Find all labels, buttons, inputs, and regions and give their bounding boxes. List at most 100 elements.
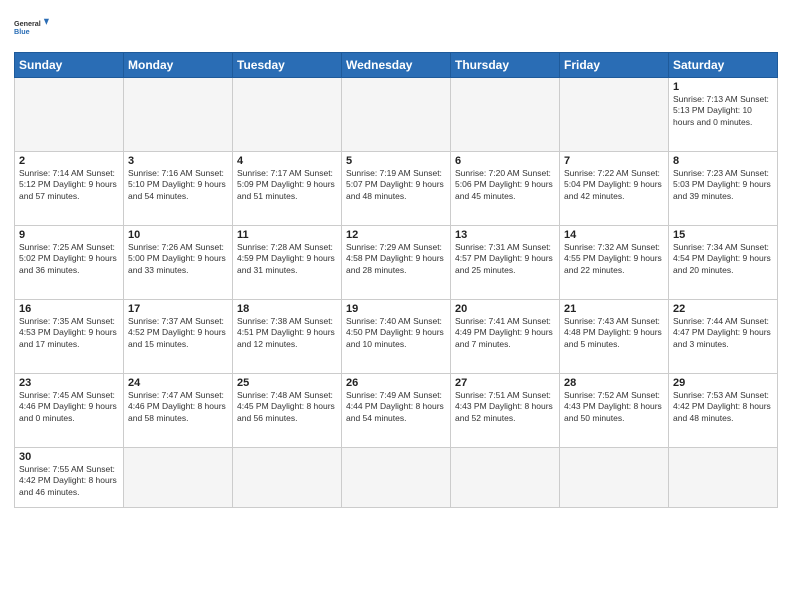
day-cell: [451, 448, 560, 508]
day-cell: 3Sunrise: 7:16 AM Sunset: 5:10 PM Daylig…: [124, 152, 233, 226]
day-cell: 23Sunrise: 7:45 AM Sunset: 4:46 PM Dayli…: [15, 374, 124, 448]
day-number: 20: [455, 303, 555, 315]
day-cell: [124, 78, 233, 152]
day-info: Sunrise: 7:14 AM Sunset: 5:12 PM Dayligh…: [19, 168, 119, 202]
day-info: Sunrise: 7:52 AM Sunset: 4:43 PM Dayligh…: [564, 390, 664, 424]
header-cell-friday: Friday: [560, 53, 669, 78]
day-info: Sunrise: 7:53 AM Sunset: 4:42 PM Dayligh…: [673, 390, 773, 424]
day-number: 6: [455, 155, 555, 167]
day-cell: 13Sunrise: 7:31 AM Sunset: 4:57 PM Dayli…: [451, 226, 560, 300]
day-number: 13: [455, 229, 555, 241]
day-info: Sunrise: 7:51 AM Sunset: 4:43 PM Dayligh…: [455, 390, 555, 424]
day-info: Sunrise: 7:43 AM Sunset: 4:48 PM Dayligh…: [564, 316, 664, 350]
day-cell: [560, 78, 669, 152]
day-info: Sunrise: 7:13 AM Sunset: 5:13 PM Dayligh…: [673, 94, 773, 128]
day-cell: 14Sunrise: 7:32 AM Sunset: 4:55 PM Dayli…: [560, 226, 669, 300]
day-number: 10: [128, 229, 228, 241]
calendar-body: 1Sunrise: 7:13 AM Sunset: 5:13 PM Daylig…: [15, 78, 778, 508]
day-cell: 24Sunrise: 7:47 AM Sunset: 4:46 PM Dayli…: [124, 374, 233, 448]
day-info: Sunrise: 7:41 AM Sunset: 4:49 PM Dayligh…: [455, 316, 555, 350]
day-cell: [560, 448, 669, 508]
day-info: Sunrise: 7:26 AM Sunset: 5:00 PM Dayligh…: [128, 242, 228, 276]
calendar-header: SundayMondayTuesdayWednesdayThursdayFrid…: [15, 53, 778, 78]
day-number: 28: [564, 377, 664, 389]
day-number: 9: [19, 229, 119, 241]
day-number: 26: [346, 377, 446, 389]
day-info: Sunrise: 7:49 AM Sunset: 4:44 PM Dayligh…: [346, 390, 446, 424]
day-info: Sunrise: 7:47 AM Sunset: 4:46 PM Dayligh…: [128, 390, 228, 424]
day-number: 7: [564, 155, 664, 167]
day-number: 14: [564, 229, 664, 241]
day-number: 2: [19, 155, 119, 167]
header-cell-tuesday: Tuesday: [233, 53, 342, 78]
week-row-4: 23Sunrise: 7:45 AM Sunset: 4:46 PM Dayli…: [15, 374, 778, 448]
day-cell: 2Sunrise: 7:14 AM Sunset: 5:12 PM Daylig…: [15, 152, 124, 226]
day-cell: 26Sunrise: 7:49 AM Sunset: 4:44 PM Dayli…: [342, 374, 451, 448]
logo: GeneralBlue: [14, 10, 50, 46]
week-row-0: 1Sunrise: 7:13 AM Sunset: 5:13 PM Daylig…: [15, 78, 778, 152]
day-number: 23: [19, 377, 119, 389]
day-number: 25: [237, 377, 337, 389]
day-info: Sunrise: 7:28 AM Sunset: 4:59 PM Dayligh…: [237, 242, 337, 276]
day-cell: 27Sunrise: 7:51 AM Sunset: 4:43 PM Dayli…: [451, 374, 560, 448]
week-row-1: 2Sunrise: 7:14 AM Sunset: 5:12 PM Daylig…: [15, 152, 778, 226]
day-number: 1: [673, 81, 773, 93]
header: GeneralBlue: [14, 10, 778, 46]
day-number: 24: [128, 377, 228, 389]
day-cell: [233, 78, 342, 152]
day-cell: 28Sunrise: 7:52 AM Sunset: 4:43 PM Dayli…: [560, 374, 669, 448]
day-cell: 15Sunrise: 7:34 AM Sunset: 4:54 PM Dayli…: [669, 226, 778, 300]
day-cell: 19Sunrise: 7:40 AM Sunset: 4:50 PM Dayli…: [342, 300, 451, 374]
day-info: Sunrise: 7:48 AM Sunset: 4:45 PM Dayligh…: [237, 390, 337, 424]
day-cell: 5Sunrise: 7:19 AM Sunset: 5:07 PM Daylig…: [342, 152, 451, 226]
day-cell: 12Sunrise: 7:29 AM Sunset: 4:58 PM Dayli…: [342, 226, 451, 300]
header-cell-saturday: Saturday: [669, 53, 778, 78]
day-cell: [124, 448, 233, 508]
day-number: 27: [455, 377, 555, 389]
day-number: 8: [673, 155, 773, 167]
day-cell: 11Sunrise: 7:28 AM Sunset: 4:59 PM Dayli…: [233, 226, 342, 300]
day-number: 21: [564, 303, 664, 315]
day-info: Sunrise: 7:25 AM Sunset: 5:02 PM Dayligh…: [19, 242, 119, 276]
logo-icon: GeneralBlue: [14, 10, 50, 46]
day-cell: 6Sunrise: 7:20 AM Sunset: 5:06 PM Daylig…: [451, 152, 560, 226]
day-number: 4: [237, 155, 337, 167]
day-cell: 1Sunrise: 7:13 AM Sunset: 5:13 PM Daylig…: [669, 78, 778, 152]
day-number: 18: [237, 303, 337, 315]
day-cell: 29Sunrise: 7:53 AM Sunset: 4:42 PM Dayli…: [669, 374, 778, 448]
day-cell: 10Sunrise: 7:26 AM Sunset: 5:00 PM Dayli…: [124, 226, 233, 300]
day-info: Sunrise: 7:38 AM Sunset: 4:51 PM Dayligh…: [237, 316, 337, 350]
day-cell: [15, 78, 124, 152]
svg-text:General: General: [14, 19, 41, 28]
day-cell: 25Sunrise: 7:48 AM Sunset: 4:45 PM Dayli…: [233, 374, 342, 448]
day-number: 19: [346, 303, 446, 315]
day-info: Sunrise: 7:37 AM Sunset: 4:52 PM Dayligh…: [128, 316, 228, 350]
day-number: 5: [346, 155, 446, 167]
day-info: Sunrise: 7:32 AM Sunset: 4:55 PM Dayligh…: [564, 242, 664, 276]
day-number: 29: [673, 377, 773, 389]
day-cell: 17Sunrise: 7:37 AM Sunset: 4:52 PM Dayli…: [124, 300, 233, 374]
day-info: Sunrise: 7:35 AM Sunset: 4:53 PM Dayligh…: [19, 316, 119, 350]
day-cell: [669, 448, 778, 508]
day-info: Sunrise: 7:17 AM Sunset: 5:09 PM Dayligh…: [237, 168, 337, 202]
day-cell: [342, 448, 451, 508]
day-number: 12: [346, 229, 446, 241]
day-info: Sunrise: 7:40 AM Sunset: 4:50 PM Dayligh…: [346, 316, 446, 350]
day-cell: 18Sunrise: 7:38 AM Sunset: 4:51 PM Dayli…: [233, 300, 342, 374]
day-cell: 16Sunrise: 7:35 AM Sunset: 4:53 PM Dayli…: [15, 300, 124, 374]
day-number: 17: [128, 303, 228, 315]
day-info: Sunrise: 7:22 AM Sunset: 5:04 PM Dayligh…: [564, 168, 664, 202]
day-cell: 30Sunrise: 7:55 AM Sunset: 4:42 PM Dayli…: [15, 448, 124, 508]
day-info: Sunrise: 7:45 AM Sunset: 4:46 PM Dayligh…: [19, 390, 119, 424]
day-info: Sunrise: 7:31 AM Sunset: 4:57 PM Dayligh…: [455, 242, 555, 276]
day-info: Sunrise: 7:23 AM Sunset: 5:03 PM Dayligh…: [673, 168, 773, 202]
day-cell: 9Sunrise: 7:25 AM Sunset: 5:02 PM Daylig…: [15, 226, 124, 300]
day-info: Sunrise: 7:44 AM Sunset: 4:47 PM Dayligh…: [673, 316, 773, 350]
day-cell: 22Sunrise: 7:44 AM Sunset: 4:47 PM Dayli…: [669, 300, 778, 374]
day-info: Sunrise: 7:55 AM Sunset: 4:42 PM Dayligh…: [19, 464, 119, 498]
day-number: 15: [673, 229, 773, 241]
day-cell: 20Sunrise: 7:41 AM Sunset: 4:49 PM Dayli…: [451, 300, 560, 374]
day-info: Sunrise: 7:16 AM Sunset: 5:10 PM Dayligh…: [128, 168, 228, 202]
day-info: Sunrise: 7:29 AM Sunset: 4:58 PM Dayligh…: [346, 242, 446, 276]
header-cell-monday: Monday: [124, 53, 233, 78]
